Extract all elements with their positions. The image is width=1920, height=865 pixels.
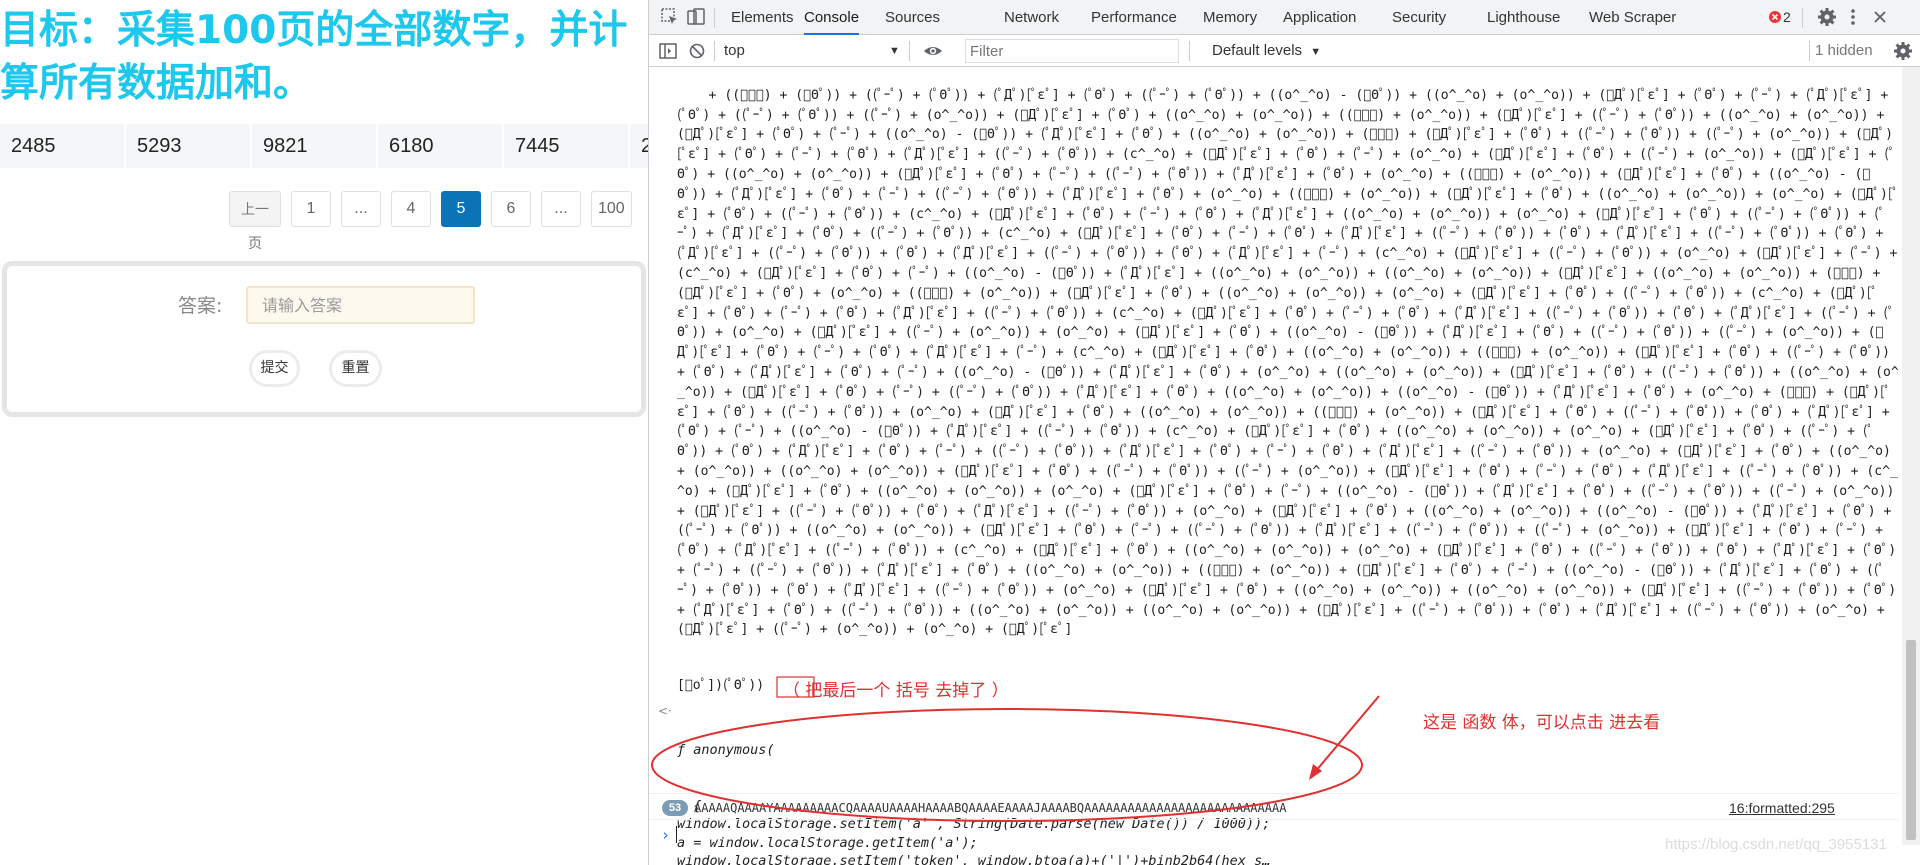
number-cell: 26 <box>630 124 648 168</box>
toolbar-separator <box>1189 41 1190 61</box>
page-ellipsis[interactable]: ... <box>541 191 581 227</box>
page-button-1[interactable]: 1 <box>291 191 331 227</box>
tab-sources[interactable]: Sources <box>885 0 940 35</box>
pagination: 上一页 1 ... 4 5 6 ... 100 <box>229 191 642 251</box>
number-row: 2485 5293 9821 6180 7445 26 <box>0 124 648 168</box>
repeat-count-badge: 53 <box>662 800 688 816</box>
page-button-100[interactable]: 100 <box>591 191 632 227</box>
context-select[interactable]: top ▼ <box>724 40 909 62</box>
log-message: AAAAAQAAAAYAAAAAAAAACQAAAAUAAAAHAAAABQAA… <box>694 801 1287 815</box>
watermark: https://blog.csdn.net/qq_3955131 <box>1665 836 1887 853</box>
answer-input[interactable] <box>246 286 475 324</box>
annotation-arrow-head <box>1309 764 1322 780</box>
tab-web-scraper[interactable]: Web Scraper <box>1589 0 1676 35</box>
obfuscated-code-tail: [ﾟoﾟ])(ﾟΘﾟ)) <box>677 678 765 693</box>
console-separator <box>649 793 1899 794</box>
inspect-element-icon[interactable] <box>659 6 681 28</box>
tab-console[interactable]: Console <box>804 0 860 35</box>
context-value: top <box>724 42 745 59</box>
console-input-caret[interactable] <box>676 826 677 843</box>
log-levels-select[interactable]: Default levels ▼ <box>1212 35 1322 67</box>
toolbar-separator <box>1802 8 1803 28</box>
tab-performance[interactable]: Performance <box>1091 0 1177 35</box>
console-settings-gear-icon[interactable] <box>1892 40 1914 62</box>
function-result[interactable]: ƒ anonymous( ) { window.localStorage.set… <box>677 704 1270 865</box>
devtools-tabbar: Elements Console Sources Network Perform… <box>649 0 1920 35</box>
tab-network[interactable]: Network <box>1004 0 1059 35</box>
tab-security[interactable]: Security <box>1392 0 1446 35</box>
annotation-function-note: 这是 函数 体，可以点击 进去看 <box>1423 713 1661 733</box>
number-cell: 5293 <box>126 124 250 168</box>
filter-input[interactable] <box>965 39 1179 63</box>
tab-lighthouse[interactable]: Lighthouse <box>1487 0 1560 35</box>
chevron-down-icon: ▼ <box>1310 46 1322 58</box>
chevron-down-icon: ▼ <box>889 45 900 57</box>
console-scrollbar-thumb[interactable] <box>1906 640 1916 840</box>
sidebar-toggle-icon[interactable] <box>657 40 679 62</box>
page-prev-button[interactable]: 上一页 <box>229 191 281 251</box>
obfuscated-code: + ((ﾟｰﾟ) + (ﾟΘﾟ)) + ((ﾟｰﾟ) + (ﾟΘﾟ)) + (ﾟ… <box>677 87 1899 638</box>
submit-button[interactable]: 提交 <box>249 350 300 387</box>
tab-application[interactable]: Application <box>1283 0 1356 35</box>
annotation-arrow-line <box>1314 695 1380 773</box>
hidden-count: 1 hidden <box>1815 42 1873 59</box>
web-page: 目标：采集100页的全部数字，并计算所有数据加和。 2485 5293 9821… <box>0 0 648 865</box>
page-button-4[interactable]: 4 <box>391 191 431 227</box>
number-cell: 7445 <box>504 124 628 168</box>
console-separator <box>649 819 1899 820</box>
error-icon[interactable] <box>1767 9 1783 25</box>
more-options-icon[interactable] <box>1842 6 1864 28</box>
close-icon[interactable] <box>1869 6 1891 28</box>
eye-icon[interactable] <box>922 40 944 62</box>
reset-button[interactable]: 重置 <box>329 350 382 387</box>
device-toolbar-icon[interactable] <box>685 6 707 28</box>
settings-gear-icon[interactable] <box>1816 6 1838 28</box>
result-arrow-icon: <· <box>658 704 672 718</box>
number-cell: 6180 <box>378 124 502 168</box>
page-button-6[interactable]: 6 <box>491 191 531 227</box>
console-filter-bar: top ▼ Default levels ▼ 1 hidden <box>649 35 1920 67</box>
tab-memory[interactable]: Memory <box>1203 0 1257 35</box>
toolbar-separator <box>1809 41 1810 61</box>
answer-panel: 答案: 提交 重置 <box>2 261 646 417</box>
log-levels-label: Default levels <box>1212 42 1303 59</box>
annotation-paren-note: （ 把最后一个 括号 去掉了 ） <box>783 681 1009 701</box>
toolbar-separator <box>714 8 715 28</box>
log-source-link[interactable]: 16:formatted:295 <box>1729 800 1835 816</box>
console-input-echo: + ((ﾟｰﾟ) + (ﾟΘﾟ)) + ((ﾟｰﾟ) + (ﾟΘﾟ)) + (ﾟ… <box>677 66 1899 693</box>
goal-heading: 目标：采集100页的全部数字，并计算所有数据加和。 <box>0 8 628 106</box>
page-ellipsis[interactable]: ... <box>341 191 381 227</box>
number-cell: 2485 <box>0 124 124 168</box>
answer-label: 答案: <box>178 295 223 317</box>
devtools-panel: Elements Console Sources Network Perform… <box>649 0 1920 865</box>
toolbar-separator <box>714 41 715 61</box>
error-count[interactable]: 2 <box>1783 0 1791 35</box>
console-prompt-icon: › <box>661 826 671 844</box>
tab-elements[interactable]: Elements <box>731 0 794 35</box>
number-cell: 9821 <box>252 124 376 168</box>
clear-console-icon[interactable] <box>686 40 708 62</box>
toolbar-separator <box>909 41 910 61</box>
function-signature: ƒ anonymous( <box>677 742 775 758</box>
page-button-5-active[interactable]: 5 <box>441 191 481 227</box>
